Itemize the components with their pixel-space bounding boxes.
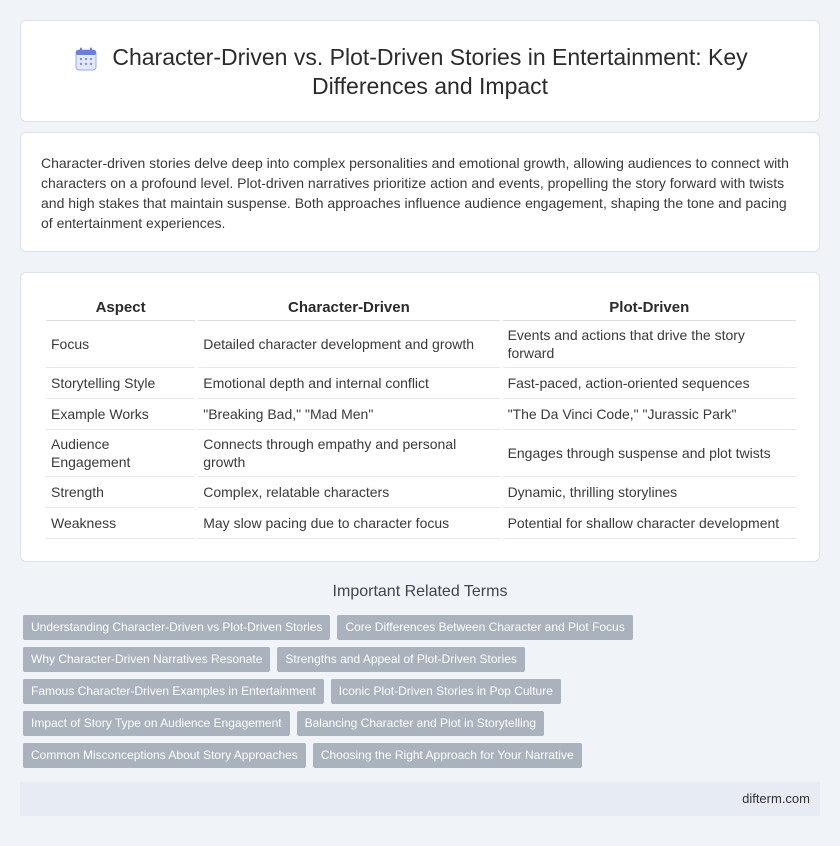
related-tag[interactable]: Balancing Character and Plot in Storytel… xyxy=(296,711,545,736)
table-cell-character: Detailed character development and growt… xyxy=(198,321,500,368)
table-cell-character: Emotional depth and internal conflict xyxy=(198,368,500,399)
comparison-card: Aspect Character-Driven Plot-Driven Focu… xyxy=(20,272,820,562)
table-cell-plot: Dynamic, thrilling storylines xyxy=(502,477,796,508)
related-tag[interactable]: Why Character-Driven Narratives Resonate xyxy=(23,647,271,672)
table-cell-character: Complex, relatable characters xyxy=(198,477,500,508)
related-tags-row: Why Character-Driven Narratives Resonate… xyxy=(23,647,525,672)
related-terms-heading: Important Related Terms xyxy=(332,583,508,600)
footer-brand[interactable]: difterm.com xyxy=(742,791,810,806)
footer-bar: difterm.com xyxy=(20,782,820,816)
table-cell-aspect: Strength xyxy=(46,477,196,508)
table-cell-character: "Breaking Bad," "Mad Men" xyxy=(198,399,500,430)
table-cell-plot: Potential for shallow character developm… xyxy=(502,508,796,539)
comparison-table: Aspect Character-Driven Plot-Driven Focu… xyxy=(43,293,799,539)
related-tag[interactable]: Iconic Plot-Driven Stories in Pop Cultur… xyxy=(330,679,561,704)
table-row: Focus Detailed character development and… xyxy=(46,321,796,368)
header-character-driven: Character-Driven xyxy=(198,293,500,321)
related-tags-row: Impact of Story Type on Audience Engagem… xyxy=(23,711,545,736)
table-cell-plot: "The Da Vinci Code," "Jurassic Park" xyxy=(502,399,796,430)
table-cell-aspect: Focus xyxy=(46,321,196,368)
table-cell-aspect: Audience Engagement xyxy=(46,430,196,477)
table-row: Weakness May slow pacing due to characte… xyxy=(46,508,796,539)
related-tag[interactable]: Famous Character-Driven Examples in Ente… xyxy=(23,679,324,704)
intro-paragraph: Character-driven stories delve deep into… xyxy=(41,155,789,231)
table-cell-plot: Engages through suspense and plot twists xyxy=(502,430,796,477)
table-row: Audience Engagement Connects through emp… xyxy=(46,430,796,477)
title-card: Character-Driven vs. Plot-Driven Stories… xyxy=(20,20,820,122)
table-row: Storytelling Style Emotional depth and i… xyxy=(46,368,796,399)
table-cell-aspect: Weakness xyxy=(46,508,196,539)
table-cell-character: May slow pacing due to character focus xyxy=(198,508,500,539)
table-cell-aspect: Example Works xyxy=(46,399,196,430)
page-title: Character-Driven vs. Plot-Driven Stories… xyxy=(112,44,748,99)
header-plot-driven: Plot-Driven xyxy=(502,293,796,321)
intro-card: Character-driven stories delve deep into… xyxy=(20,132,820,252)
table-header-row: Aspect Character-Driven Plot-Driven xyxy=(46,293,796,321)
related-tags-row: Common Misconceptions About Story Approa… xyxy=(23,743,582,768)
related-tags-row: Famous Character-Driven Examples in Ente… xyxy=(23,679,561,704)
related-tag[interactable]: Impact of Story Type on Audience Engagem… xyxy=(23,711,290,736)
table-cell-plot: Fast-paced, action-oriented sequences xyxy=(502,368,796,399)
related-tag[interactable]: Choosing the Right Approach for Your Nar… xyxy=(312,743,582,768)
table-row: Strength Complex, relatable characters D… xyxy=(46,477,796,508)
table-row: Example Works "Breaking Bad," "Mad Men" … xyxy=(46,399,796,430)
table-cell-character: Connects through empathy and personal gr… xyxy=(198,430,500,477)
related-tag[interactable]: Core Differences Between Character and P… xyxy=(337,615,633,640)
table-cell-aspect: Storytelling Style xyxy=(46,368,196,399)
related-tag[interactable]: Understanding Character-Driven vs Plot-D… xyxy=(23,615,331,640)
related-tag[interactable]: Common Misconceptions About Story Approa… xyxy=(23,743,306,768)
related-tag[interactable]: Strengths and Appeal of Plot-Driven Stor… xyxy=(277,647,525,672)
related-tags-row: Understanding Character-Driven vs Plot-D… xyxy=(23,615,633,640)
header-aspect: Aspect xyxy=(46,293,196,321)
table-cell-plot: Events and actions that drive the story … xyxy=(502,321,796,368)
